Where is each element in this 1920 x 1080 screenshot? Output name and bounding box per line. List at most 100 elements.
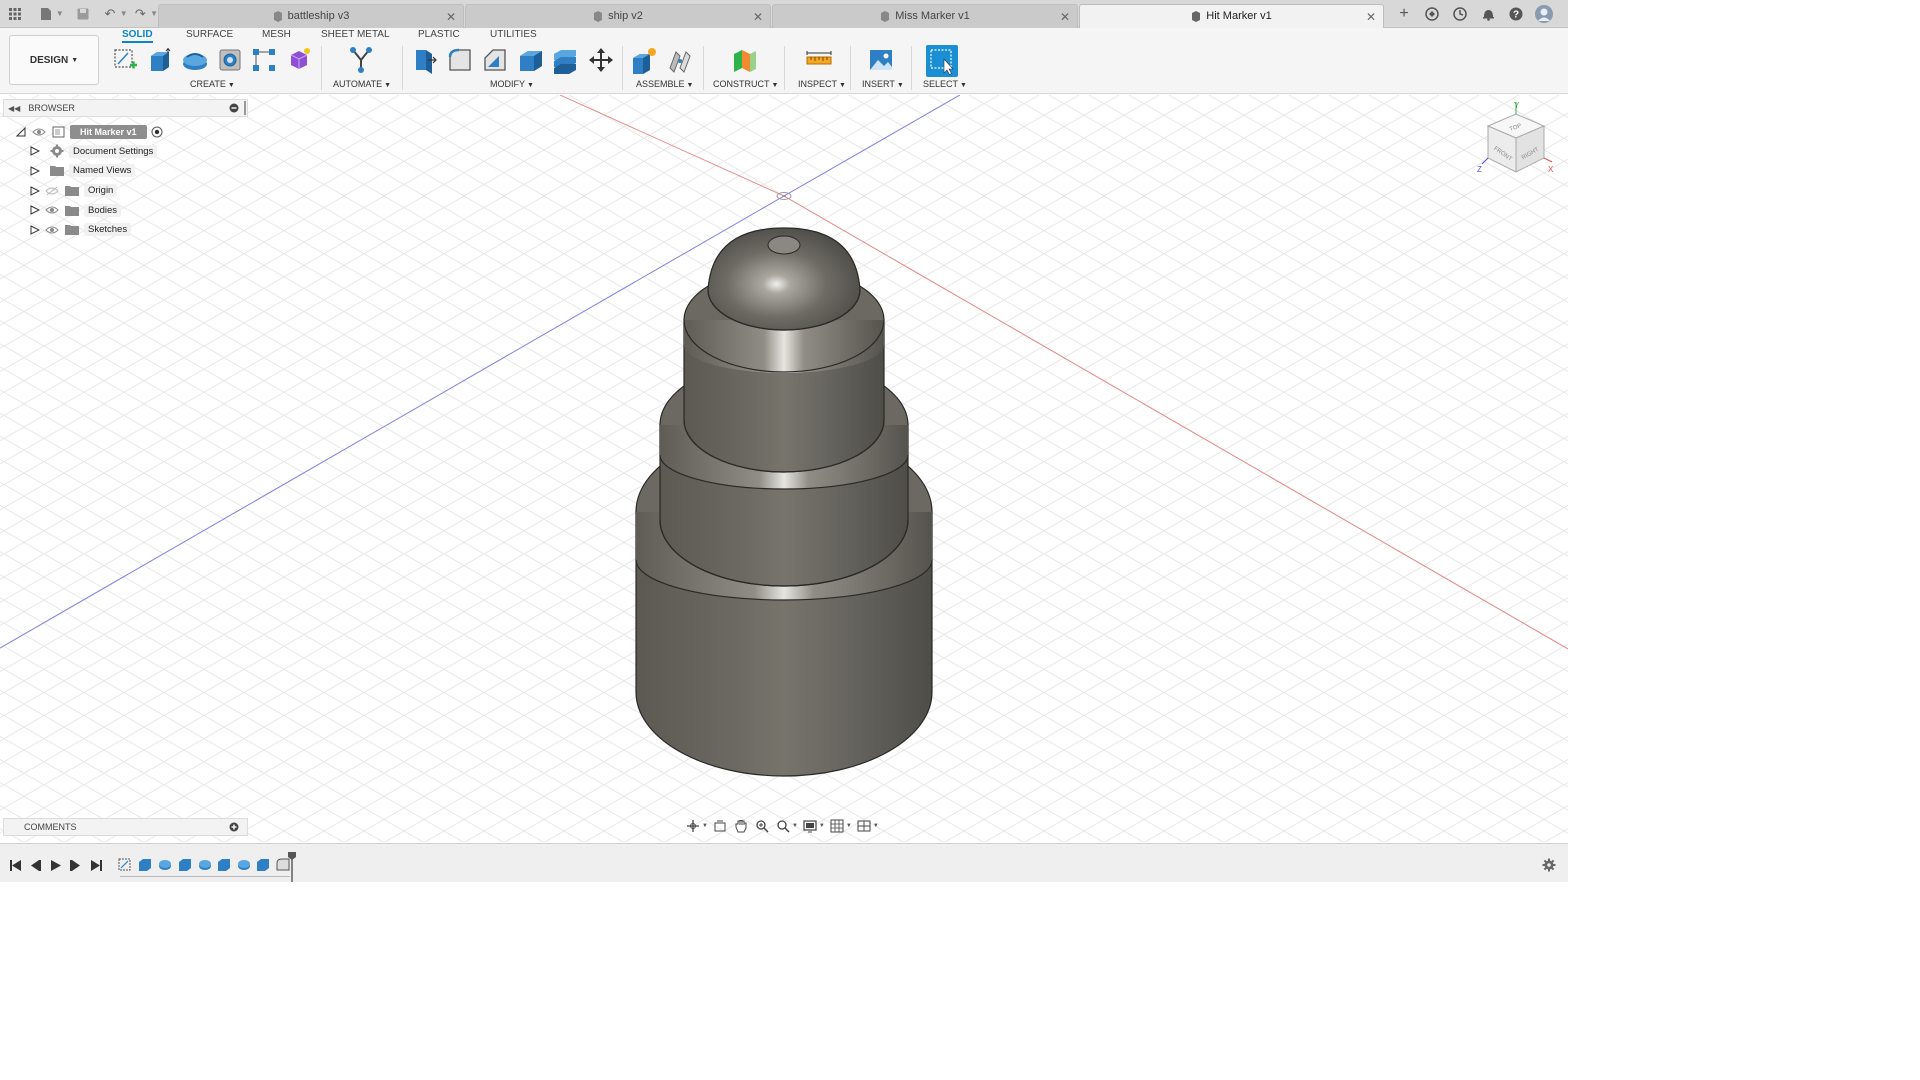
tree-item-label[interactable]: Origin xyxy=(84,184,118,198)
help-icon[interactable]: ? xyxy=(1507,5,1525,23)
display-caret-icon[interactable]: ▼ xyxy=(819,823,825,829)
tab-hit-marker-v1[interactable]: Hit Marker v1 ✕ xyxy=(1079,3,1384,28)
add-comment-icon[interactable] xyxy=(229,822,239,832)
offset-plane-icon[interactable] xyxy=(730,46,758,74)
automate-menu[interactable]: AUTOMATE ▼ xyxy=(333,79,391,89)
tab-mesh[interactable]: MESH xyxy=(262,29,291,43)
tree-item-label[interactable]: Document Settings xyxy=(69,144,158,158)
step-forward-icon[interactable] xyxy=(68,859,82,871)
joint-icon[interactable] xyxy=(666,46,694,74)
timeline-extrude-icon[interactable] xyxy=(178,858,192,871)
display-settings-icon[interactable] xyxy=(801,818,819,834)
assemble-menu[interactable]: ASSEMBLE ▼ xyxy=(636,79,693,89)
tab-battleship-v3[interactable]: battleship v3 ✕ xyxy=(158,3,464,28)
new-component-icon[interactable] xyxy=(630,46,658,74)
browser-panel-edge[interactable] xyxy=(244,101,246,115)
look-at-icon[interactable] xyxy=(711,818,729,834)
timeline-revolve-icon[interactable] xyxy=(198,858,212,871)
root-component-label[interactable]: Hit Marker v1 xyxy=(70,124,147,139)
orbit-caret-icon[interactable]: ▼ xyxy=(702,823,708,829)
tree-item-sketches[interactable]: Sketches xyxy=(14,220,254,240)
orbit-icon[interactable] xyxy=(684,818,702,834)
viewports-caret-icon[interactable]: ▼ xyxy=(873,823,879,829)
app-grid-icon[interactable] xyxy=(6,5,23,23)
tab-utilities[interactable]: UTILITIES xyxy=(490,29,537,43)
save-icon[interactable] xyxy=(74,5,91,23)
tree-item-label[interactable]: Named Views xyxy=(69,164,136,178)
redo-icon[interactable]: ↷ xyxy=(132,5,149,23)
pan-hand-icon[interactable] xyxy=(732,818,750,834)
tree-item-label[interactable]: Sketches xyxy=(84,223,132,237)
visibility-eye-icon[interactable] xyxy=(45,225,59,235)
tab-plastic[interactable]: PLASTIC xyxy=(418,29,460,43)
zoom-icon[interactable] xyxy=(753,818,771,834)
notifications-bell-icon[interactable] xyxy=(1479,5,1497,23)
press-pull-icon[interactable] xyxy=(411,46,439,74)
tree-item-bodies[interactable]: Bodies xyxy=(14,200,254,220)
expand-triangle-icon[interactable] xyxy=(30,205,40,215)
tree-item-named-views[interactable]: Named Views xyxy=(14,161,254,181)
select-icon[interactable] xyxy=(926,45,958,77)
insert-menu[interactable]: INSERT ▼ xyxy=(862,79,904,89)
tree-item-origin[interactable]: Origin xyxy=(14,181,254,201)
timeline-revolve-icon[interactable] xyxy=(237,858,251,871)
step-back-icon[interactable] xyxy=(28,859,42,871)
close-icon[interactable]: ✕ xyxy=(1060,10,1070,24)
close-icon[interactable]: ✕ xyxy=(753,10,763,24)
measure-icon[interactable] xyxy=(805,46,833,74)
tab-miss-marker-v1[interactable]: Miss Marker v1 ✕ xyxy=(772,3,1078,28)
timeline-extrude-icon[interactable] xyxy=(217,858,231,871)
timeline-extrude-icon[interactable] xyxy=(256,858,270,871)
hole-icon[interactable] xyxy=(216,46,244,74)
extrude-icon[interactable] xyxy=(146,46,174,74)
tab-sheet-metal[interactable]: SHEET METAL xyxy=(321,29,390,43)
timeline-sketch-icon[interactable] xyxy=(118,858,132,871)
tree-root[interactable]: Hit Marker v1 xyxy=(14,122,254,142)
file-menu-caret-icon[interactable]: ▼ xyxy=(56,9,64,18)
go-to-start-icon[interactable] xyxy=(8,859,22,871)
tab-surface[interactable]: SURFACE xyxy=(186,29,233,43)
fit-zoom-icon[interactable] xyxy=(774,818,792,834)
create-sketch-icon[interactable] xyxy=(111,46,139,74)
go-to-end-icon[interactable] xyxy=(89,859,103,871)
hidden-eye-icon[interactable] xyxy=(45,186,59,196)
expand-triangle-icon[interactable] xyxy=(30,146,40,157)
chamfer-icon[interactable] xyxy=(481,46,509,74)
insert-image-icon[interactable] xyxy=(867,46,895,74)
tab-ship-v2[interactable]: ship v2 ✕ xyxy=(465,3,771,28)
construct-menu[interactable]: CONSTRUCT ▼ xyxy=(713,79,778,89)
visibility-eye-icon[interactable] xyxy=(32,127,46,137)
combine-icon[interactable] xyxy=(551,46,579,74)
revolve-icon[interactable] xyxy=(181,46,209,74)
user-avatar-icon[interactable] xyxy=(1535,4,1553,23)
grid-caret-icon[interactable]: ▼ xyxy=(846,823,852,829)
tab-solid[interactable]: SOLID xyxy=(122,29,153,43)
undo-caret-icon[interactable]: ▼ xyxy=(120,9,128,18)
expand-triangle-icon[interactable] xyxy=(30,185,40,196)
browser-panel-header[interactable]: ◀◀ BROWSER xyxy=(3,99,248,117)
automate-icon[interactable] xyxy=(347,46,375,74)
timeline-revolve-icon[interactable] xyxy=(158,858,172,871)
move-copy-icon[interactable] xyxy=(587,46,615,74)
collapse-panel-icon[interactable]: ◀◀ xyxy=(8,104,20,113)
expand-triangle-icon[interactable] xyxy=(30,166,40,176)
job-status-icon[interactable] xyxy=(1451,5,1469,23)
grid-settings-icon[interactable] xyxy=(828,818,846,834)
new-tab-plus-icon[interactable]: + xyxy=(1395,5,1413,23)
extensions-icon[interactable] xyxy=(1423,5,1441,23)
inspect-menu[interactable]: INSPECT ▼ xyxy=(798,79,846,89)
modify-menu[interactable]: MODIFY ▼ xyxy=(490,79,534,89)
close-icon[interactable]: ✕ xyxy=(446,10,456,24)
undo-icon[interactable]: ↶ xyxy=(101,5,118,23)
tree-item-document-settings[interactable]: Document Settings xyxy=(14,142,254,162)
play-icon[interactable] xyxy=(48,859,62,871)
view-cube[interactable]: TOP FRONT RIGHT Y X Z xyxy=(1476,100,1556,184)
timeline-marker-handle[interactable] xyxy=(288,852,296,882)
file-menu-icon[interactable] xyxy=(37,5,54,23)
close-icon[interactable]: ✕ xyxy=(1366,10,1376,24)
fillet-icon[interactable] xyxy=(446,46,474,74)
viewports-icon[interactable] xyxy=(855,818,873,834)
activate-radio-icon[interactable] xyxy=(151,126,163,138)
tree-item-label[interactable]: Bodies xyxy=(84,203,122,217)
workspace-switcher-button[interactable]: DESIGN ▼ xyxy=(9,35,99,85)
